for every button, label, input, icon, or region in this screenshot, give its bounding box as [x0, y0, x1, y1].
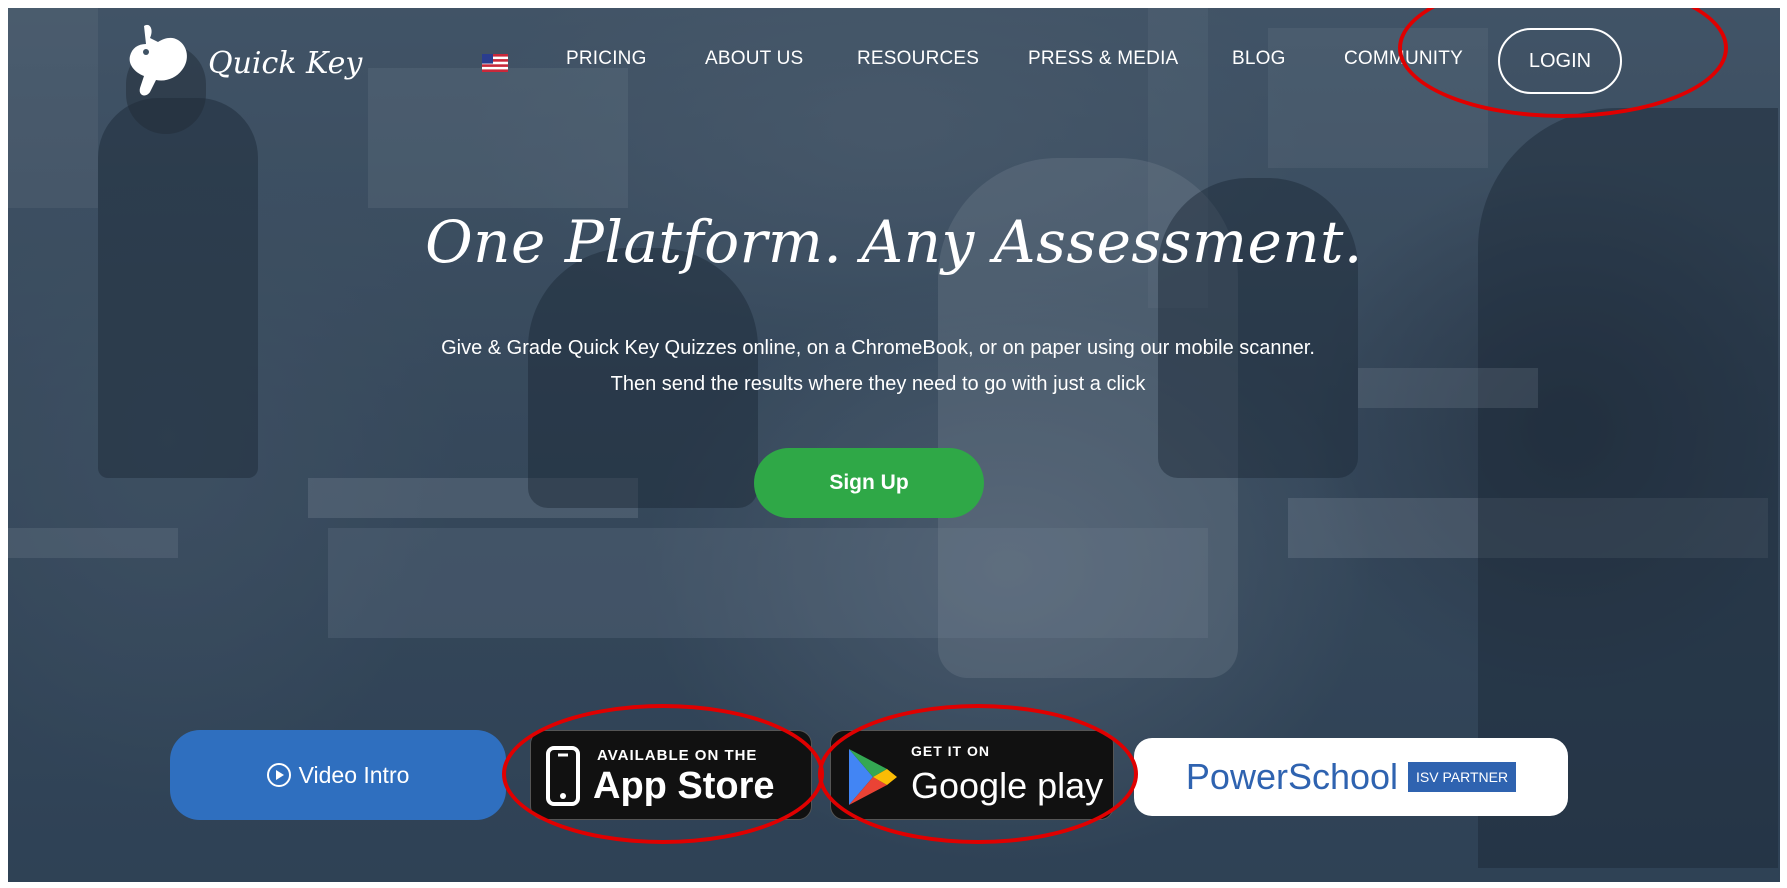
- nav-pricing[interactable]: PRICING: [566, 48, 647, 70]
- site-logo[interactable]: Quick Key: [120, 20, 362, 100]
- video-intro-button[interactable]: Video Intro: [170, 730, 506, 820]
- sign-up-button[interactable]: Sign Up: [754, 448, 984, 518]
- powerschool-badge[interactable]: PowerSchool ISV PARTNER: [1134, 738, 1568, 816]
- us-flag-icon[interactable]: [482, 54, 508, 72]
- powerschool-tag: ISV PARTNER: [1408, 762, 1517, 792]
- nav-blog[interactable]: BLOG: [1232, 48, 1286, 70]
- hero-section: Quick Key PRICING ABOUT US RESOURCES PRE…: [8, 8, 1780, 882]
- rabbit-icon: [129, 24, 187, 96]
- annotation-circle-app-store: [502, 704, 824, 844]
- powerschool-name: PowerSchool: [1185, 756, 1399, 797]
- brand-name: Quick Key: [208, 45, 363, 81]
- nav-resources[interactable]: RESOURCES: [857, 48, 979, 70]
- nav-press-media[interactable]: PRESS & MEDIA: [1028, 48, 1178, 70]
- video-intro-label: Video Intro: [298, 761, 410, 788]
- nav-about-us[interactable]: ABOUT US: [705, 48, 803, 70]
- play-circle-icon: [266, 763, 291, 787]
- hero-title: One Platform. Any Assessment.: [425, 208, 1363, 276]
- annotation-circle-google-play: [818, 704, 1138, 844]
- hero-subtitle: Give & Grade Quick Key Quizzes online, o…: [441, 337, 1315, 395]
